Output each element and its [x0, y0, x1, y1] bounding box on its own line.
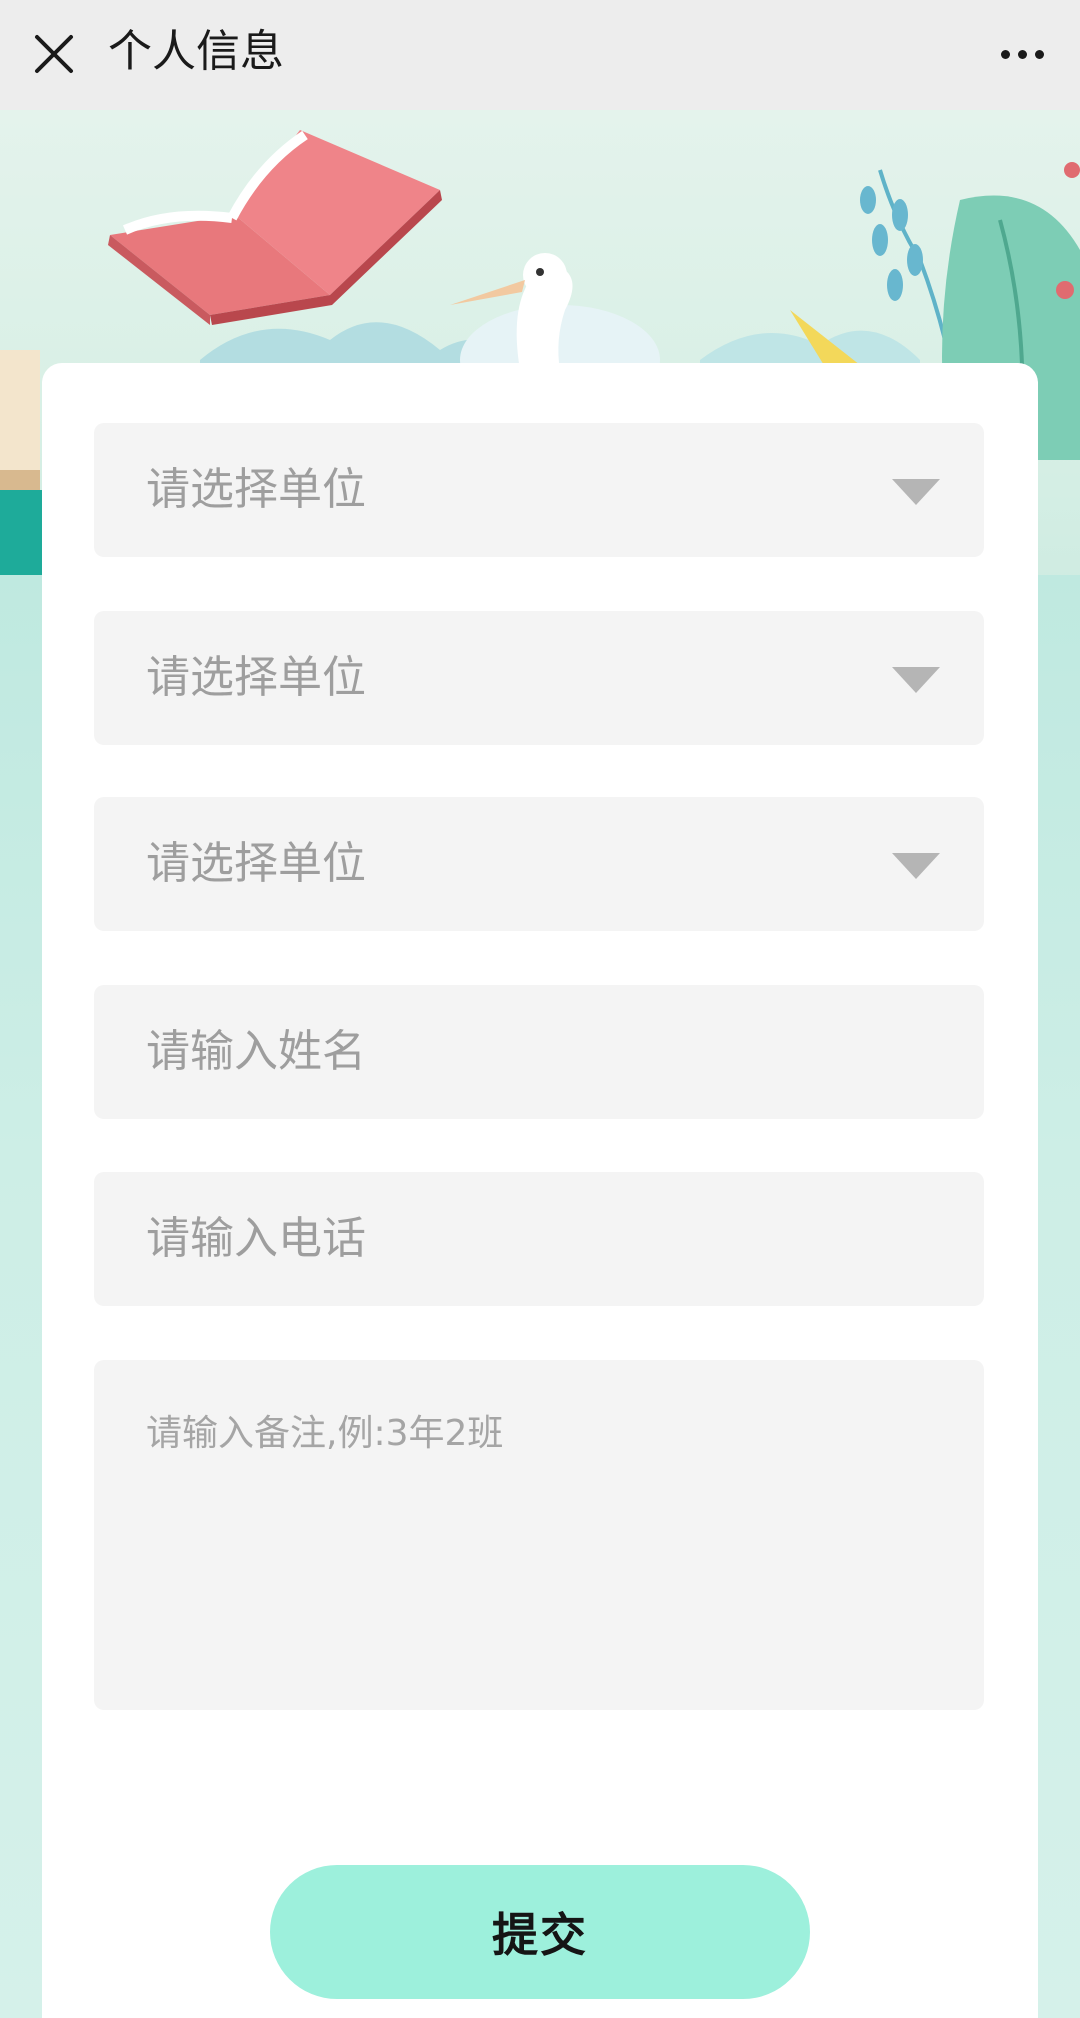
name-input-placeholder: 请输入姓名	[146, 1026, 366, 1077]
close-button[interactable]	[22, 22, 86, 86]
phone-input[interactable]: 请输入电话	[94, 1172, 984, 1306]
unit-select-2-placeholder: 请选择单位	[146, 652, 366, 703]
phone-input-placeholder: 请输入电话	[146, 1213, 366, 1264]
unit-select-1[interactable]: 请选择单位	[94, 423, 984, 557]
note-textarea[interactable]: 请输入备注,例:3年2班	[94, 1360, 984, 1710]
top-navbar: 个人信息	[0, 0, 1080, 110]
unit-select-3[interactable]: 请选择单位	[94, 797, 984, 931]
page-title: 个人信息	[108, 26, 284, 77]
submit-button[interactable]: 提交	[270, 1865, 810, 1999]
note-textarea-placeholder: 请输入备注,例:3年2班	[146, 1413, 504, 1454]
close-icon	[35, 35, 73, 73]
unit-select-2[interactable]: 请选择单位	[94, 611, 984, 745]
more-dots-icon	[1000, 49, 1010, 59]
unit-select-3-placeholder: 请选择单位	[146, 838, 366, 889]
name-input[interactable]: 请输入姓名	[94, 985, 984, 1119]
form-card: 请选择单位 请选择单位 请选择单位 请输入姓名 请输入电话 请输入备注,例:3年…	[42, 363, 1038, 2018]
unit-select-1-placeholder: 请选择单位	[146, 464, 366, 515]
submit-button-label: 提交	[492, 1908, 588, 1962]
dropdown-arrow-icon	[892, 853, 940, 879]
red-book-icon	[108, 130, 442, 325]
dropdown-arrow-icon	[892, 479, 940, 505]
dropdown-arrow-icon	[892, 667, 940, 693]
more-options-button[interactable]	[986, 22, 1058, 86]
